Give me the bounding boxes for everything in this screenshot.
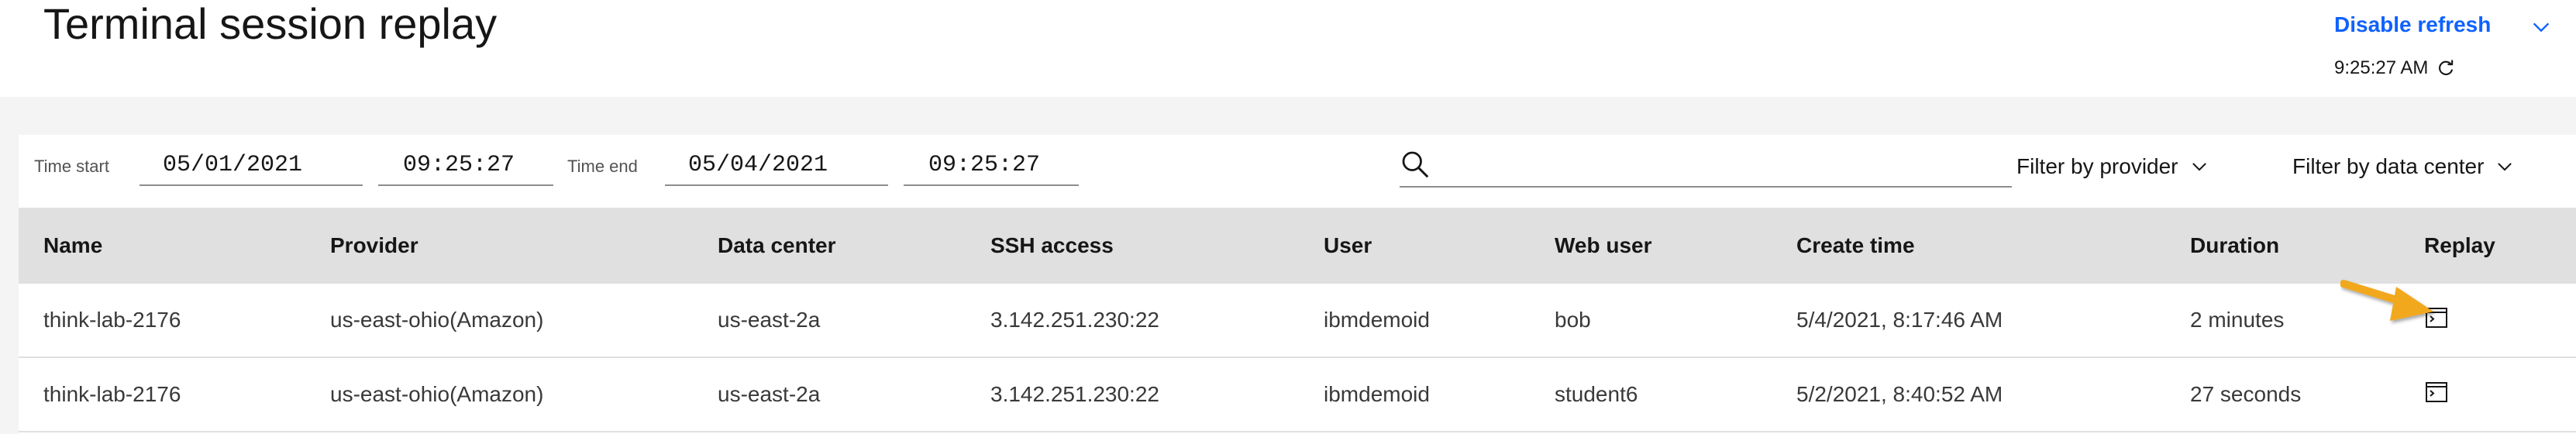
table-header: Name Provider Data center SSH access Use…	[19, 208, 2576, 284]
terminal-icon[interactable]	[2424, 380, 2449, 405]
cell-user: ibmdemoid	[1324, 382, 1430, 406]
filter-by-provider-dropdown[interactable]: Filter by provider	[2016, 147, 2209, 186]
time-start-label: Time start	[34, 157, 109, 176]
cell-create-time: 5/4/2021, 8:17:46 AM	[1796, 308, 2003, 332]
chevron-down-icon	[2498, 163, 2512, 171]
cell-provider: us-east-ohio(Amazon)	[330, 308, 544, 332]
chevron-down-icon[interactable]	[2530, 16, 2553, 39]
cell-create-time: 5/2/2021, 8:40:52 AM	[1796, 382, 2003, 406]
column-header-ssh-access[interactable]: SSH access	[990, 208, 1114, 284]
chevron-down-icon	[2192, 163, 2206, 171]
start-date-input[interactable]: 05/01/2021	[139, 146, 363, 186]
search-icon	[1402, 151, 1429, 178]
column-header-duration[interactable]: Duration	[2190, 208, 2279, 284]
refresh-icon[interactable]	[2436, 58, 2456, 78]
cell-data-center: us-east-2a	[718, 308, 821, 332]
cell-duration: 2 minutes	[2190, 308, 2285, 332]
last-refresh-time: 9:25:27 AM	[2334, 56, 2456, 81]
cell-provider: us-east-ohio(Amazon)	[330, 382, 544, 406]
disable-refresh-button[interactable]: Disable refresh	[2334, 12, 2491, 37]
cell-name: think-lab-2176	[43, 382, 181, 406]
cell-user: ibmdemoid	[1324, 308, 1430, 332]
search-box[interactable]	[1400, 141, 2012, 188]
end-date-input[interactable]: 05/04/2021	[665, 146, 888, 186]
column-header-replay: Replay	[2424, 233, 2495, 257]
filter-bar: Time start 05/01/2021 09:25:27 Time end …	[19, 135, 2576, 208]
start-time-input[interactable]: 09:25:27	[378, 146, 553, 186]
cell-data-center: us-east-2a	[718, 382, 821, 406]
search-input[interactable]	[1445, 146, 1990, 184]
column-header-provider[interactable]: Provider	[330, 208, 418, 284]
page-title: Terminal session replay	[43, 0, 498, 48]
cell-ssh-access: 3.142.251.230:22	[990, 308, 1159, 332]
table-row: think-lab-2176 us-east-ohio(Amazon) us-e…	[19, 358, 2576, 432]
filter-by-provider-label: Filter by provider	[2016, 154, 2178, 178]
column-header-web-user[interactable]: Web user	[1555, 208, 1652, 284]
filter-by-data-center-label: Filter by data center	[2292, 154, 2485, 178]
time-end-label: Time end	[567, 157, 638, 176]
refresh-time-text: 9:25:27 AM	[2334, 57, 2429, 78]
cell-ssh-access: 3.142.251.230:22	[990, 382, 1159, 406]
terminal-icon[interactable]	[2424, 305, 2449, 330]
cell-duration: 27 seconds	[2190, 382, 2302, 406]
filter-by-data-center-dropdown[interactable]: Filter by data center	[2292, 147, 2515, 186]
cell-web-user: bob	[1555, 308, 1591, 332]
session-table-panel: Time start 05/01/2021 09:25:27 Time end …	[19, 135, 2576, 434]
table-row: think-lab-2176 us-east-ohio(Amazon) us-e…	[19, 284, 2576, 358]
end-time-input[interactable]: 09:25:27	[904, 146, 1079, 186]
page-header: Terminal session replay Disable refresh …	[0, 0, 2576, 97]
column-header-name[interactable]: Name	[43, 208, 102, 284]
column-header-user[interactable]: User	[1324, 208, 1372, 284]
cell-web-user: student6	[1555, 382, 1638, 406]
column-header-create-time[interactable]: Create time	[1796, 208, 1915, 284]
column-header-data-center[interactable]: Data center	[718, 208, 836, 284]
cell-name: think-lab-2176	[43, 308, 181, 332]
